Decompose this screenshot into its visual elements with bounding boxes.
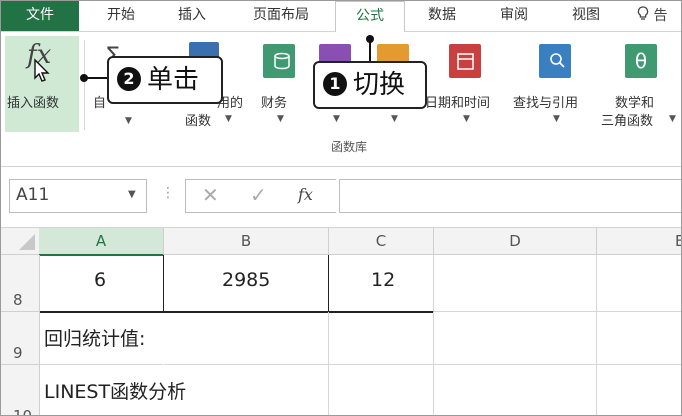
chevron-down-icon: ▼ [225, 114, 232, 124]
ribbon-divider [84, 40, 85, 130]
financial-button[interactable]: 财务 ▼ [257, 36, 305, 132]
cell-b10[interactable] [164, 365, 329, 415]
column-header-e-label: E [675, 228, 681, 254]
tab-data[interactable]: 数据 [413, 1, 471, 31]
row-header-10[interactable]: 10 [1, 365, 40, 416]
cell-value: 回归统计值: [44, 328, 146, 350]
cell-value: 2985 [222, 269, 271, 291]
ribbon-tab-bar: 文件 开始 插入 页面布局 公式 数据 审阅 视图 告 [1, 1, 681, 33]
cell-d9[interactable] [434, 312, 597, 365]
mouse-pointer-icon [33, 58, 51, 88]
cell-a8[interactable]: 6 [40, 255, 164, 313]
tab-home[interactable]: 开始 [93, 1, 149, 31]
step-2-callout: 2 单击 [107, 56, 223, 104]
excel-window: 文件 开始 插入 页面布局 公式 数据 审阅 视图 告 fx 插入函数 Σ 自 … [0, 0, 682, 416]
tell-me[interactable]: 告 [637, 5, 667, 25]
name-box[interactable]: A11 ▼ [9, 179, 147, 213]
tab-formulas[interactable]: 公式 [335, 1, 405, 33]
chevron-down-icon: ▼ [669, 114, 676, 124]
theta-book-icon: θ [625, 44, 657, 78]
chevron-down-icon: ▼ [277, 114, 284, 124]
worksheet-grid: A B C D E 8 6 2985 12 9 回归统计值: 10 LINEST… [1, 228, 681, 415]
tab-page-layout[interactable]: 页面布局 [233, 1, 329, 31]
insert-function-button[interactable]: fx 插入函数 [5, 36, 79, 132]
financial-label: 财务 [261, 96, 288, 111]
tab-view[interactable]: 视图 [557, 1, 615, 31]
cell-e9[interactable] [597, 312, 681, 365]
cell-e10[interactable] [597, 365, 681, 415]
lightbulb-icon [637, 6, 653, 24]
select-all-corner[interactable] [1, 228, 40, 255]
column-header-b[interactable]: B [164, 228, 329, 255]
row-number: 10 [13, 407, 33, 416]
step-1-callout: 1 切换 [313, 61, 427, 109]
insert-function-label: 插入函数 [7, 96, 60, 111]
chevron-down-icon: ▼ [125, 116, 132, 126]
tab-insert[interactable]: 插入 [163, 1, 221, 31]
name-box-value: A11 [16, 185, 50, 205]
cell-d8[interactable] [434, 255, 597, 312]
lookup-book-icon [539, 44, 571, 78]
step-2-text: 单击 [147, 65, 200, 95]
step-2-number-badge: 2 [117, 66, 141, 91]
cell-c9[interactable] [329, 312, 434, 365]
cell-b9[interactable] [164, 312, 329, 365]
callout-leader-line [87, 77, 109, 79]
tab-review[interactable]: 审阅 [485, 1, 543, 31]
row-number: 9 [13, 344, 23, 362]
column-header-c[interactable]: C [329, 228, 434, 255]
cell-c10[interactable] [329, 365, 434, 415]
row-number: 8 [13, 291, 23, 309]
row-header-9[interactable]: 9 [1, 312, 40, 365]
tab-file[interactable]: 文件 [1, 1, 79, 31]
cell-value: 12 [371, 269, 396, 291]
step-1-number-badge: 1 [323, 71, 347, 96]
financial-book-icon [263, 44, 295, 78]
math-trig-label-2: 三角函数 [601, 114, 654, 129]
function-library-group-label: 函数库 [331, 140, 368, 154]
lookup-reference-label: 查找与引用 [513, 96, 579, 111]
cell-b8[interactable]: 2985 [164, 255, 329, 313]
date-time-label: 日期和时间 [425, 96, 491, 111]
column-header-d[interactable]: D [434, 228, 597, 255]
cell-d10[interactable] [434, 365, 597, 415]
date-time-button[interactable]: 日期和时间 ▼ [421, 36, 513, 132]
math-trig-button[interactable]: θ 数学和 三角函数 ▼ [601, 36, 681, 132]
formula-bar: A11 ▼ ⋮ ✕ ✓ fx [1, 167, 681, 228]
callout-leader-line [369, 41, 371, 61]
cell-a9[interactable]: 回归统计值: [40, 312, 163, 365]
autosum-label: 自 [93, 96, 107, 111]
cell-c8[interactable]: 12 [329, 255, 434, 313]
formula-input[interactable] [339, 179, 681, 213]
formula-buttons: ✕ ✓ fx [185, 179, 336, 213]
math-trig-label-1: 数学和 [615, 96, 655, 111]
cell-e8[interactable] [597, 255, 681, 312]
enter-icon[interactable]: ✓ [250, 183, 267, 207]
chevron-down-icon: ▼ [333, 114, 340, 124]
recently-used-label-2: 函数 [185, 114, 212, 129]
cell-value: 6 [94, 269, 107, 291]
step-1-text: 切换 [353, 70, 406, 100]
insert-function-fx-icon[interactable]: fx [298, 185, 313, 204]
chevron-down-icon[interactable]: ▼ [128, 189, 136, 200]
calendar-icon [449, 44, 481, 78]
formula-bar-grip-icon: ⋮ [161, 185, 175, 201]
chevron-down-icon: ▼ [553, 114, 560, 124]
cancel-icon[interactable]: ✕ [202, 183, 219, 207]
tell-me-label: 告 [653, 8, 668, 24]
column-header-e[interactable]: E [597, 228, 681, 255]
lookup-reference-button[interactable]: 查找与引用 ▼ [511, 36, 603, 132]
cell-a10[interactable]: LINEST函数分析 [40, 365, 186, 415]
column-header-a[interactable]: A [39, 228, 164, 256]
chevron-down-icon: ▼ [463, 114, 470, 124]
row-header-8[interactable]: 8 [1, 255, 40, 312]
chevron-down-icon: ▼ [391, 114, 398, 124]
